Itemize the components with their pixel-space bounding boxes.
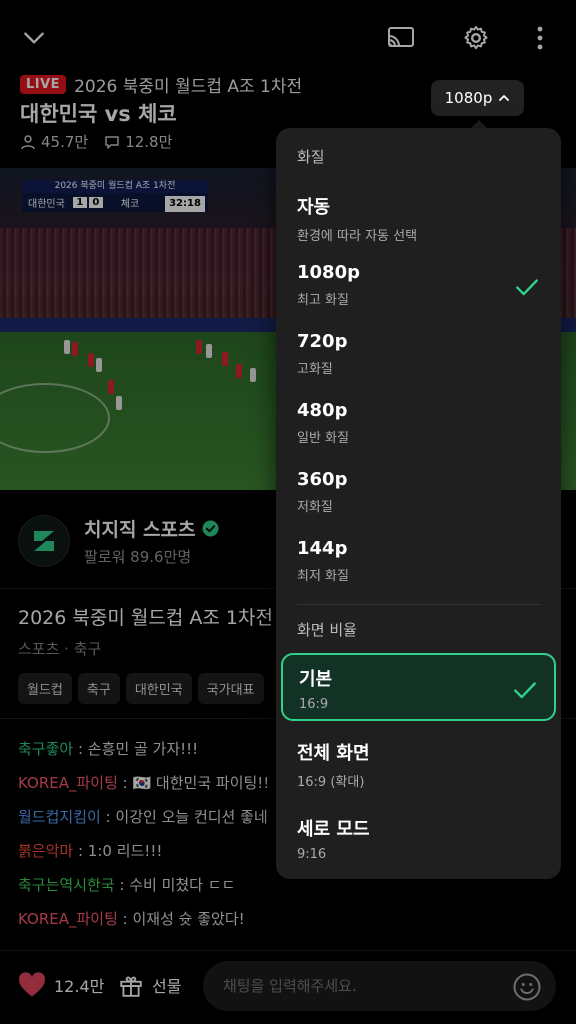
quality-option-auto[interactable]: 자동 환경에 따라 자동 선택 bbox=[281, 183, 556, 251]
option-subtitle: 고화질 bbox=[297, 362, 333, 377]
check-icon bbox=[516, 279, 538, 296]
chevron-up-icon bbox=[499, 95, 510, 101]
quality-chip-label: 1080p bbox=[444, 89, 493, 107]
option-title: 144p bbox=[297, 538, 348, 559]
ratio-option-fullscreen[interactable]: 전체 화면 16:9 (확대) bbox=[281, 729, 556, 797]
option-subtitle: 일반 화질 bbox=[297, 431, 349, 446]
option-title: 720p bbox=[297, 331, 348, 352]
ratio-option-default[interactable]: 기본 16:9 bbox=[281, 653, 556, 721]
menu-divider bbox=[297, 604, 541, 605]
quality-header: 화질 bbox=[297, 148, 325, 166]
option-subtitle: 16:9 (확대) bbox=[297, 775, 365, 790]
ratio-option-portrait[interactable]: 세로 모드 9:16 bbox=[281, 805, 556, 873]
option-subtitle: 환경에 따라 자동 선택 bbox=[297, 229, 418, 244]
quality-option-360p[interactable]: 360p 저화질 bbox=[281, 459, 556, 527]
quality-option-1080p[interactable]: 1080p 최고 화질 bbox=[281, 252, 556, 320]
quality-chip[interactable]: 1080p bbox=[431, 80, 524, 116]
option-title: 전체 화면 bbox=[297, 743, 370, 764]
option-title: 세로 모드 bbox=[297, 819, 370, 840]
ratio-header: 화면 비율 bbox=[297, 621, 357, 639]
quality-menu: 화질 자동 환경에 따라 자동 선택 1080p 최고 화질 720p 고화질 … bbox=[276, 128, 561, 879]
option-title: 480p bbox=[297, 400, 348, 421]
quality-option-480p[interactable]: 480p 일반 화질 bbox=[281, 390, 556, 458]
check-icon bbox=[514, 682, 536, 699]
quality-option-720p[interactable]: 720p 고화질 bbox=[281, 321, 556, 389]
option-subtitle: 9:16 bbox=[297, 847, 327, 862]
quality-option-144p[interactable]: 144p 최저 화질 bbox=[281, 528, 556, 596]
option-subtitle: 최저 화질 bbox=[297, 569, 349, 584]
option-title: 자동 bbox=[297, 197, 331, 218]
option-title: 360p bbox=[297, 469, 348, 490]
option-subtitle: 저화질 bbox=[297, 500, 333, 515]
